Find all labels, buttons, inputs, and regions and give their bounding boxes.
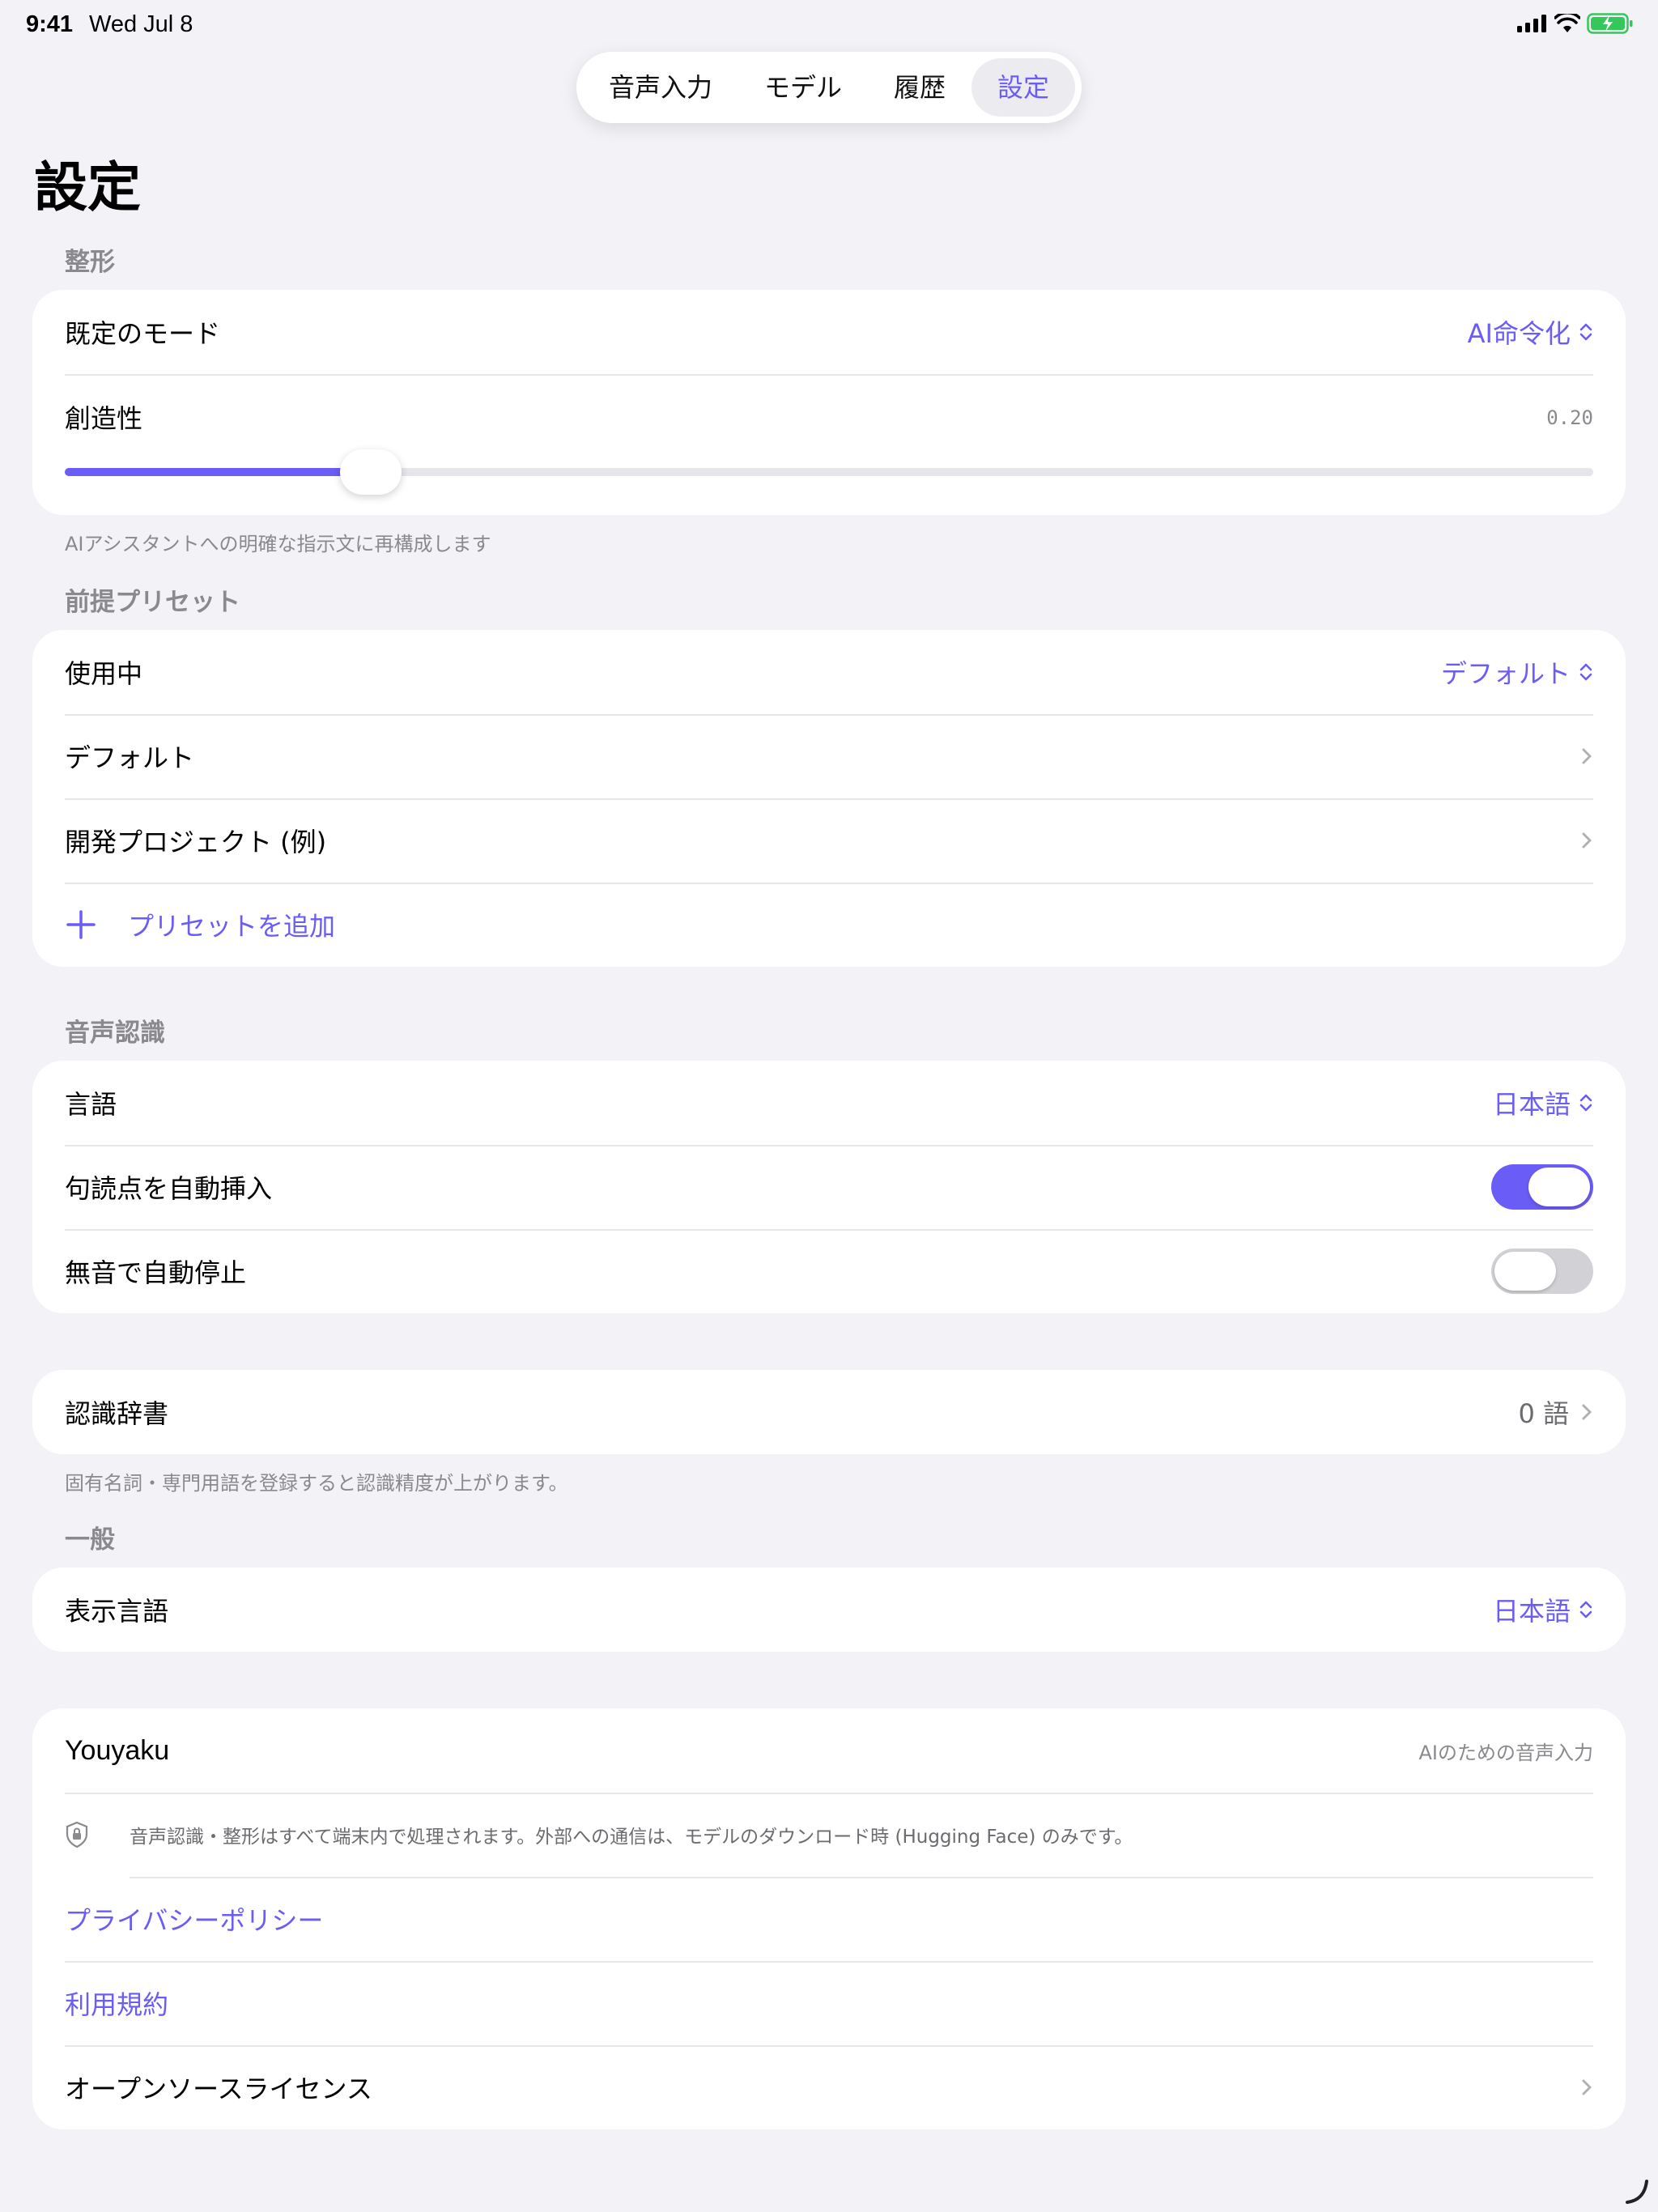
tab-history[interactable]: 履歴 <box>868 58 971 117</box>
signal-icon <box>1517 15 1546 32</box>
preset-in-use-label: 使用中 <box>65 658 143 689</box>
punctuation-toggle[interactable] <box>1491 1164 1593 1210</box>
section-header-speech: 音声認識 <box>65 1019 165 1048</box>
display-language-label: 表示言語 <box>65 1596 169 1627</box>
tab-model[interactable]: モデル <box>738 58 868 117</box>
status-icons <box>1517 13 1634 34</box>
general-card: 表示言語 日本語 <box>32 1568 1626 1652</box>
silence-stop-row: 無音で自動停止 <box>32 1229 1626 1313</box>
battery-icon <box>1587 13 1633 34</box>
chevron-right-icon <box>1582 1404 1592 1420</box>
speech-card: 言語 日本語 句読点を自動挿入 無音で自動停止 <box>32 1061 1626 1313</box>
creativity-label: 創造性 <box>65 403 143 434</box>
dictionary-row[interactable]: 認識辞書 0 語 <box>32 1370 1626 1454</box>
preset-item-default[interactable]: デフォルト <box>32 714 1626 798</box>
creativity-slider-fill <box>65 468 371 476</box>
shield-lock-icon <box>66 1821 88 1848</box>
chevron-updown-icon <box>1579 663 1592 681</box>
section-header-presets: 前提プリセット <box>65 588 240 617</box>
display-language-row[interactable]: 表示言語 日本語 <box>32 1568 1626 1652</box>
add-preset-label: プリセットを追加 <box>128 911 336 942</box>
display-language-value: 日本語 <box>1492 1596 1571 1627</box>
wifi-icon <box>1554 14 1580 32</box>
creativity-row: 創造性 0.20 <box>32 374 1626 515</box>
formatting-card: 既定のモード AI命令化 創造性 0.20 <box>32 290 1626 515</box>
plus-icon <box>66 910 96 939</box>
tab-bar: 音声入力 モデル 履歴 設定 <box>576 52 1082 123</box>
chevron-right-icon <box>1582 2079 1592 2095</box>
display-language-picker[interactable]: 日本語 <box>1493 1591 1593 1628</box>
add-preset-button[interactable]: プリセットを追加 <box>32 883 1626 967</box>
default-mode-picker[interactable]: AI命令化 <box>1468 313 1593 351</box>
section-header-general: 一般 <box>65 1525 115 1555</box>
dictionary-card: 認識辞書 0 語 <box>32 1370 1626 1454</box>
privacy-policy-label: プライバシーポリシー <box>65 1905 324 1936</box>
dictionary-label: 認識辞書 <box>65 1398 169 1429</box>
privacy-note-row: 音声認識・整形はすべて端末内で処理されます。外部への通信は、モデルのダウンロード… <box>32 1793 1626 1877</box>
default-mode-value: AI命令化 <box>1467 318 1571 349</box>
chevron-updown-icon <box>1579 1601 1592 1619</box>
status-date: Wed Jul 8 <box>89 11 193 37</box>
chevron-right-icon <box>1582 748 1592 764</box>
preset-in-use-value: デフォルト <box>1440 658 1571 689</box>
creativity-slider-knob[interactable] <box>339 449 402 495</box>
speech-language-picker[interactable]: 日本語 <box>1493 1084 1593 1121</box>
chevron-updown-icon <box>1579 1094 1592 1112</box>
silence-stop-label: 無音で自動停止 <box>65 1257 247 1288</box>
default-mode-row[interactable]: 既定のモード AI命令化 <box>32 290 1626 374</box>
privacy-policy-link[interactable]: プライバシーポリシー <box>32 1877 1626 1961</box>
oss-licenses-row[interactable]: オープンソースライセンス <box>32 2045 1626 2129</box>
tab-voice-input[interactable]: 音声入力 <box>583 58 738 117</box>
chevron-right-icon <box>1582 832 1592 849</box>
dictionary-footer: 固有名詞・専門用語を登録すると認識精度が上がります。 <box>65 1472 568 1495</box>
dictionary-count: 0 語 <box>1518 1393 1593 1431</box>
oss-licenses-label: オープンソースライセンス <box>65 2074 372 2104</box>
app-tagline: AIのための音声入力 <box>1418 1741 1594 1764</box>
preset-item-label: 開発プロジェクト (例) <box>65 827 327 857</box>
preset-in-use-picker[interactable]: デフォルト <box>1441 653 1593 691</box>
status-bar: 9:41 Wed Jul 8 <box>0 0 1658 52</box>
app-info-row: Youyaku AIのための音声入力 <box>32 1708 1626 1793</box>
creativity-slider[interactable] <box>65 449 1593 495</box>
preset-in-use-row[interactable]: 使用中 デフォルト <box>32 630 1626 714</box>
presets-card: 使用中 デフォルト デフォルト 開発プロジェクト (例) プリセットを追加 <box>32 630 1626 967</box>
page-title: 設定 <box>34 156 141 219</box>
speech-language-label: 言語 <box>65 1089 117 1120</box>
speech-language-value: 日本語 <box>1492 1089 1571 1120</box>
dictionary-count-value: 0 語 <box>1518 1398 1569 1429</box>
terms-link[interactable]: 利用規約 <box>32 1961 1626 2045</box>
chevron-updown-icon <box>1579 323 1592 341</box>
privacy-note: 音声認識・整形はすべて端末内で処理されます。外部への通信は、モデルのダウンロード… <box>130 1827 1133 1848</box>
resize-handle-icon[interactable] <box>1622 2176 1652 2206</box>
preset-item-dev-project[interactable]: 開発プロジェクト (例) <box>32 798 1626 883</box>
terms-label: 利用規約 <box>65 1989 169 2020</box>
creativity-value: 0.20 <box>1546 406 1593 429</box>
status-time: 9:41 <box>26 11 74 37</box>
silence-stop-toggle[interactable] <box>1491 1249 1593 1294</box>
about-card: Youyaku AIのための音声入力 音声認識・整形はすべて端末内で処理されます… <box>32 1708 1626 2129</box>
app-name: Youyaku <box>65 1734 170 1766</box>
punctuation-label: 句読点を自動挿入 <box>65 1173 273 1204</box>
tab-settings[interactable]: 設定 <box>971 58 1075 117</box>
speech-language-row[interactable]: 言語 日本語 <box>32 1061 1626 1145</box>
formatting-footer: AIアシスタントへの明確な指示文に再構成します <box>65 533 491 555</box>
punctuation-row: 句読点を自動挿入 <box>32 1145 1626 1229</box>
toggle-knob <box>1494 1252 1556 1291</box>
preset-item-label: デフォルト <box>65 742 195 773</box>
section-header-formatting: 整形 <box>65 248 115 277</box>
toggle-knob <box>1528 1168 1590 1206</box>
default-mode-label: 既定のモード <box>65 318 221 349</box>
